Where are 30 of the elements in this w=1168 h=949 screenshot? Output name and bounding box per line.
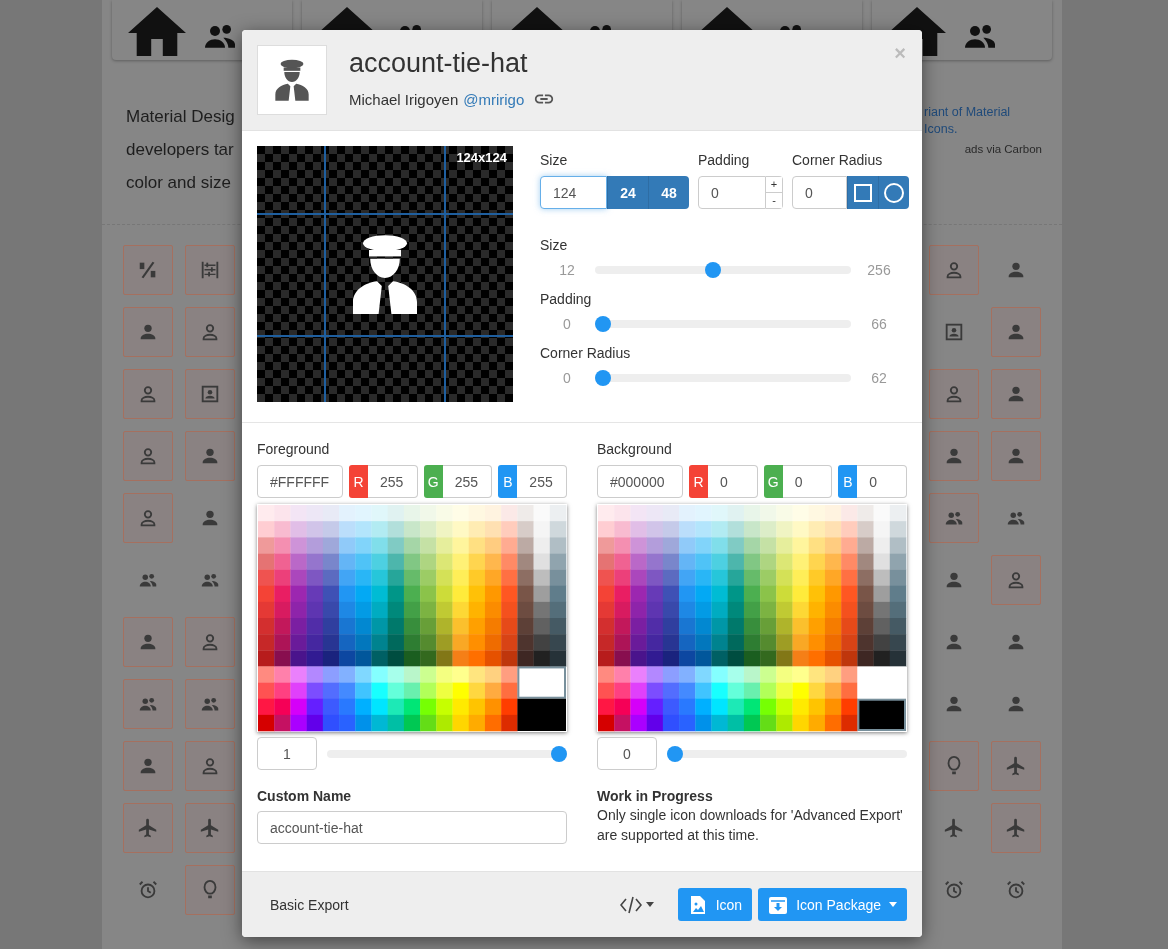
intro-text: developers tar — [126, 139, 235, 161]
channel-badge: R — [349, 465, 368, 498]
field-label: Size — [540, 152, 569, 168]
slider-min: 0 — [562, 316, 572, 332]
field-label: Custom Name — [257, 788, 353, 804]
slider-max: 62 — [870, 370, 888, 386]
author-name: Michael Irigoyen — [349, 90, 459, 108]
channel-badge: R — [689, 465, 708, 498]
channel-badge: G — [763, 465, 783, 498]
intro-text: Material Desig — [126, 106, 235, 128]
slider-max: 66 — [870, 316, 888, 332]
section-label: Background — [597, 441, 673, 457]
slider-max: 256 — [866, 262, 892, 278]
slider-label: Size — [540, 237, 569, 253]
notice-title: Work in Progress — [597, 788, 714, 804]
slider-label: Padding — [540, 291, 593, 307]
section-label: Foreground — [257, 441, 331, 457]
field-label: Padding — [698, 152, 751, 168]
slider-min: 0 — [562, 370, 572, 386]
channel-badge: G — [423, 465, 443, 498]
dimensions-label: 124x124 — [456, 150, 507, 165]
intro-text: color and size — [126, 172, 232, 194]
dialog-title: account-tie-hat — [349, 48, 529, 79]
slider-min: 12 — [558, 262, 576, 278]
notice-text: Only single icon downloads for 'Advanced Export' are supported at this time. — [597, 806, 904, 845]
slider-label: Corner Radius — [540, 345, 632, 361]
channel-badge: B — [838, 465, 858, 498]
ad-credit: ads via Carbon — [963, 143, 1042, 155]
field-label: Corner Radius — [792, 152, 884, 168]
channel-badge: B — [498, 465, 518, 498]
